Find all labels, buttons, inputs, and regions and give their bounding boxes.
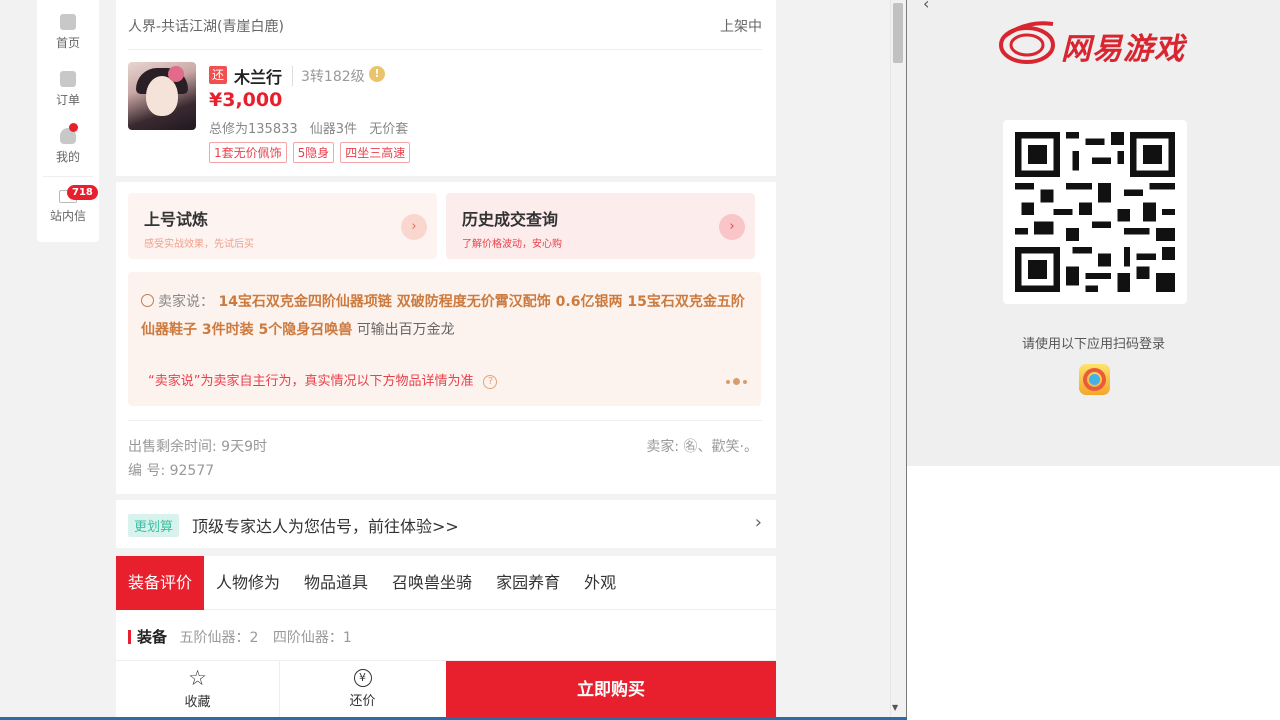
star-icon: ☆ xyxy=(188,666,207,690)
tile-title: 历史成交查询 xyxy=(462,210,559,229)
chevron-right-icon[interactable]: › xyxy=(755,512,762,533)
divider xyxy=(128,49,762,50)
side-navigation: 首页 订单 我的 站内信 718 xyxy=(37,0,99,242)
attr-set: 无价套 xyxy=(369,122,409,137)
bottom-action-bar: ☆ 收藏 ¥ 还价 立即购买 xyxy=(116,660,776,720)
question-icon[interactable]: ? xyxy=(483,375,498,389)
bargain-label: 还价 xyxy=(349,694,376,709)
evaluation-text: 顶级专家达人为您估号，前往体验>> xyxy=(192,517,459,536)
yen-icon: ¥ xyxy=(353,669,372,687)
tab-items[interactable]: 物品道具 xyxy=(292,556,380,610)
qr-code-image xyxy=(1015,132,1175,292)
nav-mine[interactable]: 我的 xyxy=(37,128,99,165)
scrollbar-thumb[interactable] xyxy=(893,3,903,63)
seller-says-box: 卖家说： 14宝石双克金四阶仙器项链 双破防程度无价霄汉配饰 0.6亿银两 15… xyxy=(128,272,761,406)
section-title: 装备 xyxy=(137,628,168,646)
divider xyxy=(128,420,762,421)
more-dots-icon[interactable] xyxy=(726,378,747,385)
price: ¥3,000 xyxy=(209,89,283,111)
seller-says-label: 卖家说： xyxy=(158,294,214,310)
favorite-button[interactable]: ☆ 收藏 xyxy=(116,661,280,720)
favorite-label: 收藏 xyxy=(184,695,211,710)
notification-dot xyxy=(69,123,78,132)
bargain-tag: 还 xyxy=(209,66,227,84)
evaluation-tag: 更划算 xyxy=(128,514,180,537)
home-icon xyxy=(60,14,76,30)
character-level: 3转182级 xyxy=(292,66,365,86)
nav-orders[interactable]: 订单 xyxy=(37,71,99,108)
scrollbar[interactable] xyxy=(890,0,906,720)
tab-equipment[interactable]: 装备评价 xyxy=(116,556,205,610)
character-name: 木兰行 xyxy=(234,68,283,87)
order-icon xyxy=(60,71,76,87)
chip: 5隐身 xyxy=(292,142,335,163)
tier-count: 五阶仙器：2 xyxy=(179,630,259,646)
tier-count: 四阶仙器：1 xyxy=(272,630,352,646)
chip: 1套无价佩饰 xyxy=(209,142,287,163)
chip: 四坐三高速 xyxy=(340,142,411,163)
tile-subtitle: 了解价格波动，安心购 xyxy=(462,239,562,250)
nav-mine-label: 我的 xyxy=(55,150,80,164)
scan-hint: 请使用以下应用扫码登录 xyxy=(1021,337,1165,352)
smile-icon xyxy=(141,294,154,307)
equipment-section-header: 装备 五阶仙器：2 四阶仙器：1 xyxy=(128,626,362,647)
netease-logo-icon xyxy=(999,21,1055,64)
seller-says-text: 卖家说： 14宝石双克金四阶仙器项链 双破防程度无价霄汉配饰 0.6亿银两 15… xyxy=(141,288,746,344)
brand-name: 网易游戏 xyxy=(1061,32,1185,67)
tab-home[interactable]: 家园养育 xyxy=(484,556,572,610)
nav-messages-label: 站内信 xyxy=(49,209,86,223)
tab-cultivation[interactable]: 人物修为 xyxy=(204,556,292,610)
scroll-down-arrow-icon[interactable]: ▼ xyxy=(892,703,898,712)
detail-tabs-card: 装备评价 人物修为 物品道具 召唤兽坐骑 家园养育 外观 装备 五阶仙器：2 四… xyxy=(116,556,776,660)
qr-code xyxy=(1003,120,1187,304)
tab-pets-mounts[interactable]: 召唤兽坐骑 xyxy=(380,556,484,610)
attr-artifacts: 仙器3件 xyxy=(309,122,358,137)
seller-name: 卖家: ㊔、歡笑·。 xyxy=(646,439,758,455)
character-attributes: 总修为135833 仙器3件 无价套 xyxy=(209,118,416,137)
netease-app-icon[interactable] xyxy=(1079,364,1110,395)
trade-history-tile[interactable]: 历史成交查询 了解价格波动，安心购 › xyxy=(446,193,755,259)
seller-says-tail: 可输出百万金龙 xyxy=(356,322,455,338)
detail-tabs: 装备评价 人物修为 物品道具 召唤兽坐骑 家园养育 外观 xyxy=(116,556,776,610)
serial-number: 编 号: 92577 xyxy=(128,463,215,479)
nav-orders-label: 订单 xyxy=(55,93,80,107)
seller-disclaimer: “卖家说”为卖家自主行为，真实情况以下方物品详情为准? xyxy=(148,370,498,389)
info-icon[interactable]: ! xyxy=(369,66,385,82)
netease-games-logo: 网易游戏 xyxy=(997,18,1197,70)
bargain-button[interactable]: ¥ 还价 xyxy=(280,661,445,720)
listing-card: 人界-共话江湖(青崖白鹿) 上架中 还 木兰行 3转182级 ! ¥3,000 … xyxy=(116,0,776,176)
close-icon[interactable]: ˇ xyxy=(1260,0,1268,13)
chevron-right-icon[interactable]: › xyxy=(401,214,427,240)
message-count-badge: 718 xyxy=(67,185,98,200)
trial-login-tile[interactable]: 上号试炼 感受实战效果，先试后买 › xyxy=(128,193,437,259)
tile-title: 上号试炼 xyxy=(144,210,209,229)
seller-disclaimer-text: “卖家说”为卖家自主行为，真实情况以下方物品详情为准 xyxy=(148,374,474,389)
nav-divider xyxy=(43,176,93,177)
highlight-chips: 1套无价佩饰 5隐身 四坐三高速 xyxy=(209,142,411,163)
login-panel-blank xyxy=(907,466,1280,720)
nav-home[interactable]: 首页 xyxy=(37,14,99,51)
evaluation-banner[interactable]: 更划算 顶级专家达人为您估号，前往体验>> › xyxy=(116,500,776,548)
nav-home-label: 首页 xyxy=(55,36,80,50)
tab-appearance[interactable]: 外观 xyxy=(572,556,628,610)
server-name: 人界-共话江湖(青崖白鹿) xyxy=(128,19,284,35)
back-arrow-icon[interactable]: ‹ xyxy=(923,0,929,13)
section-marker xyxy=(128,630,131,644)
chevron-right-icon[interactable]: › xyxy=(719,214,745,240)
qr-login-panel: ‹ ˇ 网易游戏 请使用以下应用扫码登录 xyxy=(907,0,1280,466)
remaining-time: 出售剩余时间: 9天9时 xyxy=(128,439,267,455)
attr-cultivation: 总修为135833 xyxy=(209,122,298,137)
listing-status: 上架中 xyxy=(720,19,762,35)
detail-card: 上号试炼 感受实战效果，先试后买 › 历史成交查询 了解价格波动，安心购 › 卖… xyxy=(116,182,776,494)
buy-now-button[interactable]: 立即购买 xyxy=(446,661,776,720)
character-avatar[interactable] xyxy=(128,62,196,130)
tile-subtitle: 感受实战效果，先试后买 xyxy=(144,239,254,250)
